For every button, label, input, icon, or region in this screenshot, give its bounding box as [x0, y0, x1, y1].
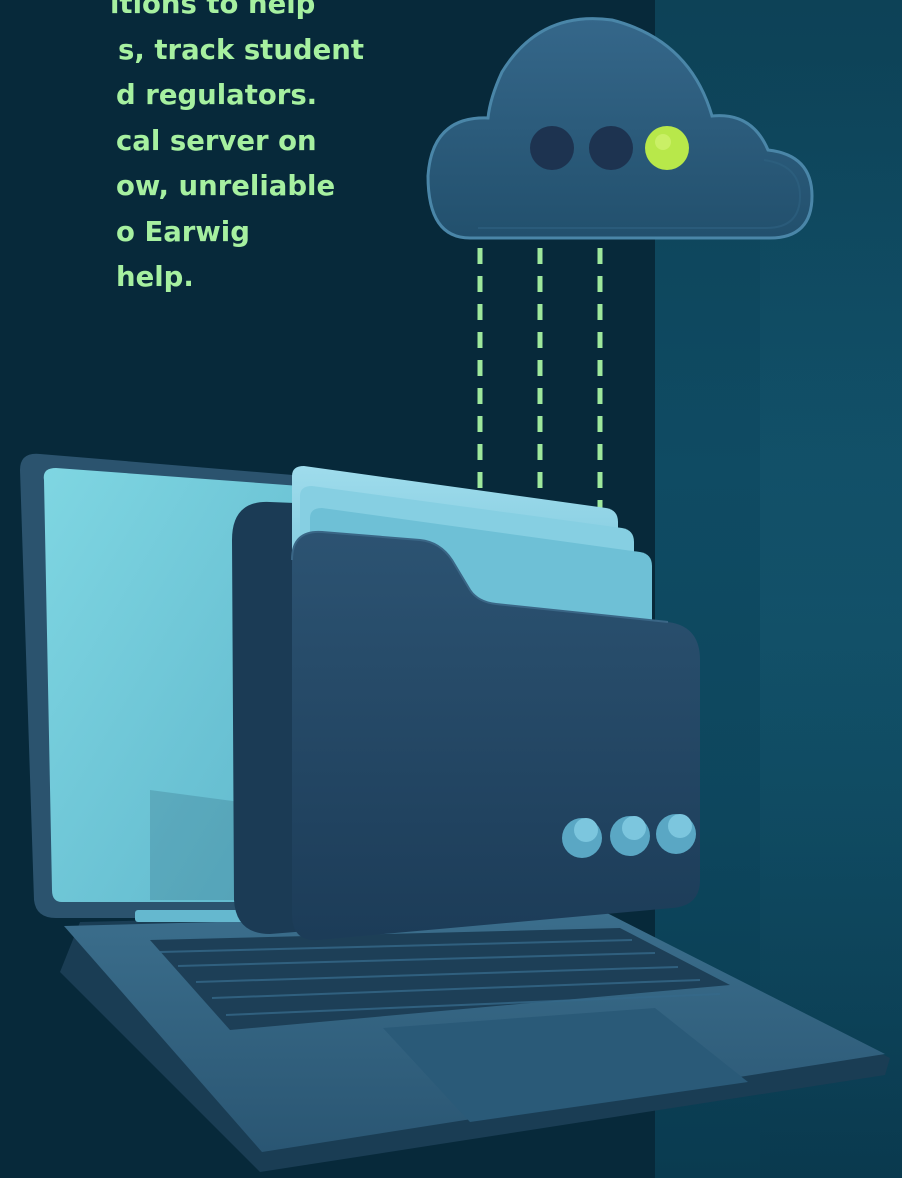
cloud-light-off-icon — [530, 126, 574, 170]
cloud-light-off-icon — [589, 126, 633, 170]
cloud-storage-illustration — [20, 17, 890, 1172]
folder-icon — [232, 466, 700, 941]
cloud-icon — [426, 17, 814, 240]
cloud-connector-lines — [477, 248, 603, 520]
